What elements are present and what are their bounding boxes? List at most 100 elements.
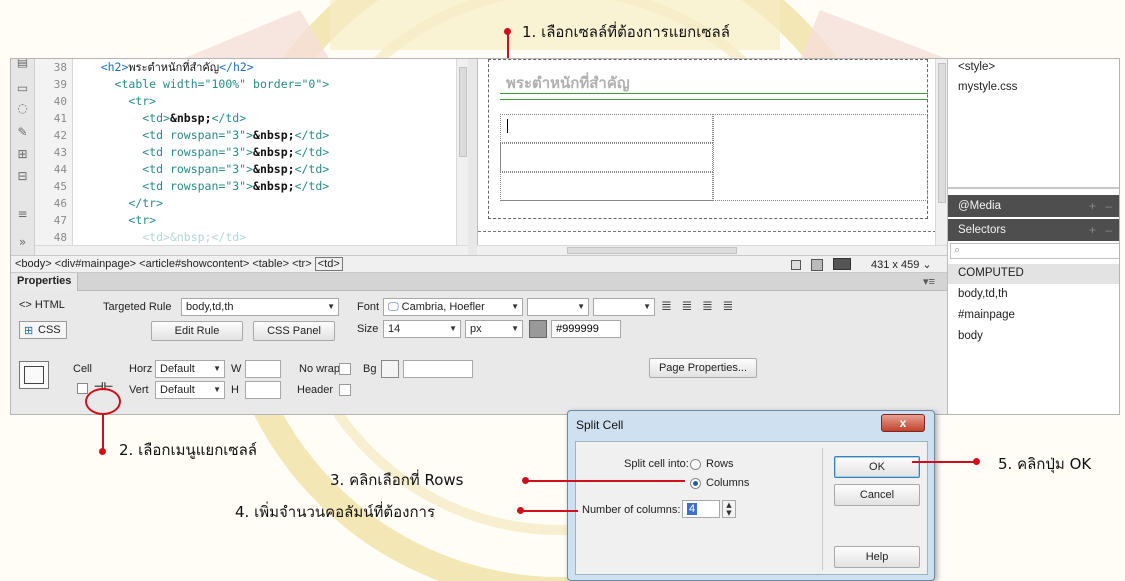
tag-tr[interactable]: <tr> [292, 258, 312, 270]
design-vertical-scrollbar[interactable] [935, 59, 947, 245]
mobile-size-icon[interactable] [791, 260, 801, 270]
uncomment-icon[interactable]: ◌ [15, 101, 30, 115]
expand-toolbar-icon[interactable]: » [15, 235, 30, 249]
font-size-select[interactable]: 14 ▼ [383, 320, 461, 338]
table-cell-rowspan[interactable] [713, 114, 928, 201]
selector-item[interactable]: #mainpage [958, 309, 1015, 321]
computed-item[interactable]: COMPUTED [958, 267, 1024, 279]
css-mode-icon: ⊞ [24, 325, 34, 337]
html-mode-button[interactable]: <> HTML [19, 299, 65, 311]
wrap-tag-icon[interactable]: ✎ [15, 125, 30, 139]
merge-cells-icon[interactable] [77, 383, 88, 394]
annotation-step-1: 1. เลือกเซลล์ที่ต้องการแยกเซลล์ [522, 23, 730, 41]
dreamweaver-window: ▤ ▭ ◌ ✎ ⊞ ⊟ ≡ » 38 39 40 41 42 43 44 45 … [10, 58, 1120, 415]
add-selector-icon[interactable]: + [1089, 219, 1096, 241]
width-input[interactable] [245, 360, 281, 378]
remove-selector-icon[interactable]: – [1105, 219, 1112, 241]
css-mode-button[interactable]: ⊞ CSS [19, 321, 67, 339]
height-input[interactable] [245, 381, 281, 399]
code-editor[interactable]: <h2>พระตำหนักที่สำคัญ</h2> <table width=… [73, 59, 463, 245]
source-style-item[interactable]: <style> [958, 61, 995, 73]
text-color-input[interactable]: #999999 [551, 320, 621, 338]
font-style-select[interactable]: ▼ [527, 298, 589, 316]
css-panel-button[interactable]: CSS Panel [253, 321, 335, 341]
selector-item[interactable]: body,td,th [958, 288, 1008, 300]
scrollbar-thumb[interactable] [459, 67, 467, 157]
code-horizontal-scrollbar[interactable] [35, 245, 468, 255]
code-vertical-scrollbar[interactable] [456, 59, 468, 245]
panel-menu-icon[interactable]: ▾≡ [923, 275, 935, 288]
cancel-button[interactable]: Cancel [834, 484, 920, 506]
design-view[interactable]: พระตำหนักที่สำคัญ [477, 59, 936, 245]
font-unit-select[interactable]: px ▼ [465, 320, 523, 338]
comment-icon[interactable]: ▭ [15, 81, 30, 95]
css-designer-panel: <style> mystyle.css @Media + – Selectors + –… [947, 59, 1119, 414]
line-number: 44 [53, 163, 67, 176]
cell-grid-icon [24, 366, 44, 384]
tablet-size-icon[interactable] [811, 259, 823, 271]
edit-rule-button[interactable]: Edit Rule [151, 321, 243, 341]
properties-panel-header: Properties ▾≡ [11, 273, 947, 291]
size-label: Size [357, 323, 379, 335]
targeted-rule-select[interactable]: body,td,th ▼ [181, 298, 339, 316]
tag-div-mainpage[interactable]: <div#mainpage> [55, 258, 136, 270]
help-button[interactable]: Help [834, 546, 920, 568]
nowrap-checkbox[interactable] [339, 363, 351, 375]
rows-radio[interactable] [690, 459, 701, 470]
annotation-step-5: 5. คลิกปุ่ม OK [998, 455, 1092, 473]
selector-search-input[interactable]: ⌕ [950, 243, 1119, 259]
tag-article-showcontent[interactable]: <article#showcontent> [139, 258, 249, 270]
bg-color-swatch[interactable] [381, 360, 399, 378]
ok-button[interactable]: OK [834, 456, 920, 478]
design-horizontal-scrollbar[interactable] [477, 245, 947, 255]
source-mystyle-item[interactable]: mystyle.css [958, 81, 1017, 93]
code-line-selected-cell: <td>&nbsp;</td> [142, 111, 247, 125]
text-color-swatch[interactable] [529, 320, 547, 338]
window-size[interactable]: 431 x 459 ⌄ [871, 258, 932, 271]
dialog-divider [822, 448, 823, 570]
line-number: 48 [53, 231, 67, 244]
desktop-size-icon[interactable] [833, 258, 851, 270]
tag-body[interactable]: <body> [15, 258, 52, 270]
line-number-gutter: 38 39 40 41 42 43 44 45 46 47 48 [35, 59, 73, 245]
font-label: Font [357, 301, 380, 313]
scrollbar-thumb[interactable] [938, 63, 946, 203]
close-button[interactable]: x [881, 414, 925, 432]
tag-table[interactable]: <table> [252, 258, 289, 270]
add-media-icon[interactable]: + [1089, 195, 1096, 217]
indent-icon[interactable]: ≡ [15, 207, 30, 221]
font-weight-select[interactable]: ▼ [593, 298, 655, 316]
text-cursor [507, 119, 508, 133]
remove-media-icon[interactable]: – [1105, 195, 1112, 217]
split-cell-dialog: Split Cell x Split cell into: Rows Colum… [567, 410, 935, 581]
header-checkbox[interactable] [339, 384, 351, 396]
bg-color-input[interactable] [403, 360, 473, 378]
toolbar-icon[interactable]: ▤ [15, 59, 30, 69]
recent-snippets-icon[interactable]: ⊞ [15, 147, 30, 161]
horz-align-select[interactable]: Default ▼ [155, 360, 225, 378]
selected-table-cell[interactable] [500, 114, 713, 143]
move-css-icon[interactable]: ⊟ [15, 169, 30, 183]
vert-align-select[interactable]: Default ▼ [155, 381, 225, 399]
align-buttons[interactable]: ≣ ≣ ≣ ≣ [661, 298, 736, 314]
table-cell[interactable] [500, 143, 713, 172]
annotation-2-dot [99, 448, 106, 455]
font-select[interactable]: 🖵 Cambria, Hoefler ▼ [383, 298, 523, 316]
horz-align-value: Default [160, 363, 195, 375]
line-number: 40 [53, 95, 67, 108]
rows-label[interactable]: Rows [706, 458, 734, 470]
columns-label[interactable]: Columns [706, 477, 749, 489]
stepper-arrows-icon[interactable]: ▲ ▼ [722, 500, 736, 518]
window-size-value: 431 x 459 [871, 259, 920, 271]
selector-item[interactable]: body [958, 330, 983, 342]
columns-radio[interactable] [690, 478, 701, 489]
properties-panel: <> HTML ⊞ CSS Targeted Rule body,td,th ▼ … [11, 291, 947, 414]
page-properties-button[interactable]: Page Properties... [649, 358, 757, 378]
dialog-body: Split cell into: Rows Columns Number of … [575, 441, 928, 575]
number-of-columns-input[interactable]: 4 [682, 500, 720, 518]
tag-td-selected[interactable]: <td> [314, 257, 343, 271]
scrollbar-thumb[interactable] [567, 247, 737, 254]
table-cell[interactable] [500, 172, 713, 201]
properties-tab[interactable]: Properties [11, 273, 79, 291]
chevron-down-icon: ▼ [213, 364, 221, 373]
